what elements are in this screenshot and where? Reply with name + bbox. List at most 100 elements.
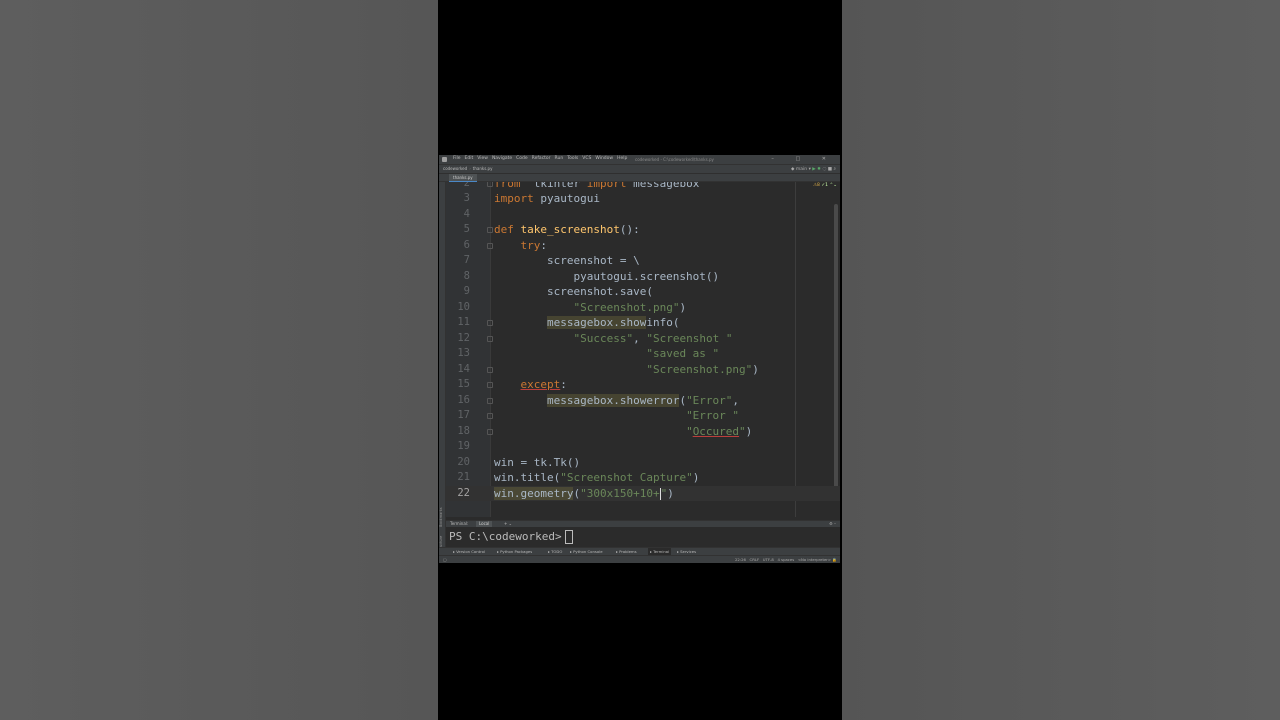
breadcrumb-file[interactable]: thanks.py	[473, 166, 493, 171]
menu-item-run[interactable]: Run	[555, 156, 564, 161]
code-text: win.title("Screenshot Capture")	[494, 471, 700, 484]
tool-button-python-packages[interactable]: ▸ Python Packages	[497, 548, 532, 555]
terminal-panel[interactable]: PS C:\codeworked>	[446, 527, 840, 546]
menu-item-view[interactable]: View	[477, 156, 488, 161]
search-icon[interactable]: ⌕	[833, 167, 836, 172]
fold-marker-icon[interactable]	[487, 320, 493, 326]
file-encoding[interactable]: UTF-8	[763, 557, 774, 562]
code-line[interactable]: 12 "Success", "Screenshot "	[446, 331, 840, 347]
right-blurred-background	[842, 0, 1280, 720]
line-number: 20	[457, 455, 470, 468]
fold-marker-icon[interactable]	[487, 182, 493, 187]
line-number: 12	[457, 331, 470, 344]
fold-marker-icon[interactable]	[487, 397, 493, 404]
run-config-select[interactable]: main	[796, 167, 807, 172]
fold-marker-icon[interactable]	[487, 428, 493, 435]
tool-button-services[interactable]: ▸ Services	[677, 548, 696, 555]
terminal-prompt-text: PS C:\codeworked>	[449, 530, 562, 543]
tool-button-todo[interactable]: ▸ TODO	[548, 548, 562, 555]
code-line[interactable]: 14 "Screenshot.png")	[446, 362, 840, 378]
menu-item-edit[interactable]: Edit	[465, 156, 474, 161]
tool-button-problems[interactable]: ▸ Problems	[616, 548, 637, 555]
line-number: 18	[457, 424, 470, 437]
code-editor[interactable]: ⚠8 ✓1 ⌃⌄ 2 from tkinter import messagebox…	[446, 182, 840, 517]
menu-item-vcs[interactable]: VCS	[582, 156, 591, 161]
code-text: messagebox.showerror("Error",	[546, 393, 740, 407]
line-number: 3	[463, 192, 470, 204]
code-line[interactable]: 11 messagebox.showinfo(	[446, 315, 840, 331]
code-line[interactable]: 15 except:	[446, 377, 840, 393]
indent-setting[interactable]: 4 spaces	[777, 557, 794, 562]
window-title: codeworked - C:\codeworked\thanks.py	[635, 156, 714, 162]
code-text: "Screenshot.png")	[573, 300, 687, 314]
terminal-cursor	[564, 530, 573, 544]
tool-button-terminal[interactable]: ▸ Terminal	[648, 548, 672, 555]
menu-item-code[interactable]: Code	[516, 156, 528, 161]
terminal-header: Terminal: Local + ⌄ ⚙ –	[446, 520, 840, 527]
fold-marker-icon[interactable]	[487, 366, 493, 373]
menu-item-file[interactable]: File	[453, 156, 461, 161]
code-line[interactable]: 21 win.title("Screenshot Capture")	[446, 470, 840, 486]
line-number: 8	[463, 269, 470, 282]
line-number: 22	[457, 486, 470, 499]
code-line[interactable]: 18 "Occured")	[446, 424, 840, 440]
code-line[interactable]: 4	[446, 207, 840, 223]
code-text: messagebox.showinfo(	[546, 316, 680, 329]
editor-tab-bar: thanks.py	[439, 174, 840, 182]
interpreter-selector[interactable]: <No interpreter>	[798, 557, 831, 562]
breadcrumb-project[interactable]: codeworked	[443, 166, 467, 171]
code-text: def take_screenshot():	[494, 223, 640, 236]
tool-button-version-control[interactable]: ▸ Version Control	[453, 548, 485, 555]
line-number: 16	[457, 393, 470, 406]
menu-item-window[interactable]: Window	[595, 156, 613, 161]
code-line[interactable]: 13 "saved as "	[446, 346, 840, 362]
fold-marker-icon[interactable]	[487, 227, 493, 233]
coverage-icon[interactable]: ◌	[822, 167, 826, 172]
fold-marker-icon[interactable]	[487, 413, 493, 419]
code-text: "Occured")	[686, 424, 753, 438]
fold-marker-icon[interactable]	[487, 242, 493, 249]
fold-marker-icon[interactable]	[487, 382, 493, 388]
line-number: 9	[463, 285, 470, 297]
code-text: win.geometry("300x150+10+")	[494, 486, 674, 500]
code-line[interactable]: 2 from tkinter import messagebox	[446, 182, 840, 191]
pycharm-logo-icon	[442, 157, 447, 162]
menu-item-tools[interactable]: Tools	[567, 156, 578, 161]
line-number: 2	[463, 182, 470, 189]
code-line[interactable]: 5 def take_screenshot():	[446, 222, 840, 238]
tool-button-python-console[interactable]: ▸ Python Console	[570, 548, 603, 555]
chevron-down-icon[interactable]: ▾	[809, 167, 811, 172]
status-toggle-icon[interactable]: ▢	[443, 556, 447, 563]
stop-icon[interactable]: ■	[828, 167, 832, 172]
tab-thanks-py[interactable]: thanks.py	[449, 174, 477, 182]
menu-bar: File Edit View Navigate Code Refactor Run Tools…	[439, 155, 840, 165]
code-line[interactable]: 16 messagebox.showerror("Error",	[446, 393, 840, 409]
code-line[interactable]: 19	[446, 439, 840, 455]
debug-icon[interactable]: ✹	[817, 167, 821, 172]
code-line[interactable]: 3 import pyautogui	[446, 191, 840, 207]
line-separator[interactable]: CRLF	[750, 557, 760, 562]
menu-item-navigate[interactable]: Navigate	[492, 156, 512, 161]
code-line[interactable]: 8 pyautogui.screenshot()	[446, 269, 840, 285]
fold-marker-icon[interactable]	[487, 335, 493, 342]
bookmarks-tool-button[interactable]: Bookmarks	[439, 507, 443, 527]
code-text: "Screenshot.png")	[646, 362, 759, 376]
line-number: 19	[457, 440, 470, 452]
code-line[interactable]: 6 try:	[446, 238, 840, 254]
code-line[interactable]: 17 "Error "	[446, 408, 840, 424]
caret-position[interactable]: 22:26	[735, 557, 746, 562]
status-right-group: 22:26 CRLF UTF-8 4 spaces <No interprete…	[735, 556, 837, 563]
python-icon: ◆	[790, 166, 795, 172]
window-controls[interactable]: – □ ✕	[771, 156, 836, 162]
ide-window: File Edit View Navigate Code Refactor Run Tools…	[439, 155, 840, 563]
menu-item-refactor[interactable]: Refactor	[532, 156, 551, 161]
code-line[interactable]: 10 "Screenshot.png")	[446, 300, 840, 316]
run-icon[interactable]: ▶	[812, 167, 815, 172]
navigation-bar: codeworked › thanks.py ◆ main ▾ ▶ ✹ ◌ ■ ⌕	[439, 165, 840, 174]
code-line[interactable]: 22 win.geometry("300x150+10+")	[446, 485, 840, 501]
code-line[interactable]: 20 win = tk.Tk()	[446, 455, 840, 471]
code-line[interactable]: 9 screenshot.save(	[446, 284, 840, 300]
menu-item-help[interactable]: Help	[617, 156, 627, 161]
code-line[interactable]: 7 screenshot = \	[446, 253, 840, 269]
line-number: 4	[463, 207, 470, 220]
